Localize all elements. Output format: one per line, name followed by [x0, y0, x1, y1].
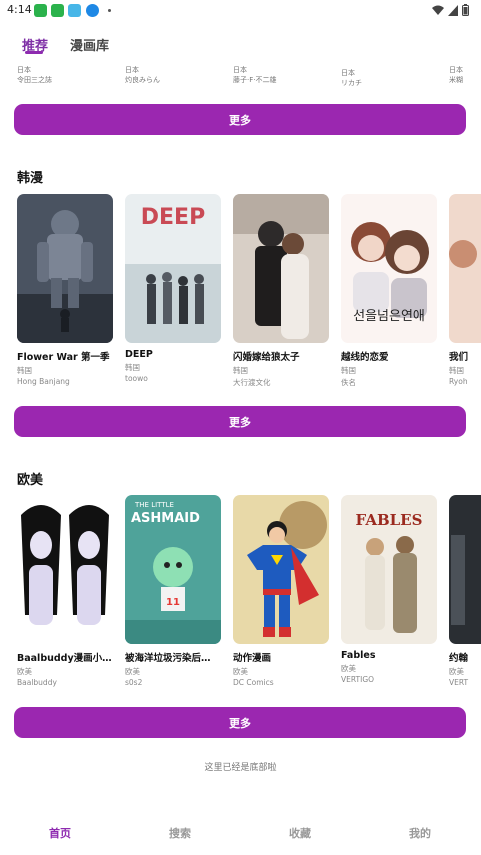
nav-favorites[interactable]: 收藏 [240, 825, 360, 841]
item-region: 日本 [449, 66, 463, 74]
item-author: リカチ [341, 79, 362, 87]
western-comics-strip: Baalbuddy漫画小… 欧美 Baalbuddy THE LITTLE AS… [0, 495, 481, 695]
comic-card[interactable]: Flower War 第一季 韩国 Hong Banjang [17, 194, 113, 386]
comic-author: Hong Banjang [17, 377, 70, 386]
comic-cover [449, 194, 481, 343]
comic-cover [233, 194, 329, 343]
comic-region: 欧美 [17, 667, 32, 676]
comic-cover [233, 495, 329, 644]
comic-cover [17, 495, 113, 644]
comic-author: Ryoh [449, 377, 468, 386]
list-item[interactable]: 日本 令田三之誌 [17, 65, 52, 85]
comic-region: 韩国 [17, 366, 32, 375]
comic-region: 韩国 [125, 363, 140, 372]
comic-author: s0s2 [125, 678, 143, 687]
comic-cover: THE LITTLE ASHMAID 11 [125, 495, 221, 644]
item-region: 日本 [17, 66, 31, 74]
app-notification-icon [68, 4, 81, 17]
comic-region: 欧美 [233, 667, 248, 676]
tab-comic-library[interactable]: 漫画库 [70, 35, 109, 54]
comic-card[interactable]: 我们 韩国 Ryoh [449, 194, 481, 386]
comic-author: 大行渡文化 [233, 378, 271, 387]
active-tab-indicator [25, 51, 43, 54]
comic-title: DEEP [125, 349, 153, 360]
list-item[interactable]: 日本 藤子·F·不二雄 [233, 65, 276, 85]
comic-card[interactable]: 闪婚嫁给狼太子 韩国 大行渡文化 [233, 194, 329, 388]
comic-region: 韩国 [233, 366, 248, 375]
comic-title: 约翰 [449, 653, 469, 664]
svg-text:11: 11 [166, 597, 180, 608]
nav-search[interactable]: 搜索 [120, 825, 240, 841]
status-time: 4:14 [7, 3, 32, 16]
comic-title: 我们 [449, 352, 469, 363]
comic-region: 欧美 [125, 667, 140, 676]
comic-cover [449, 495, 481, 644]
wifi-icon [432, 5, 444, 15]
comic-cover [17, 194, 113, 343]
comic-region: 韩国 [449, 366, 464, 375]
nav-profile[interactable]: 我的 [360, 825, 480, 841]
more-button[interactable]: 更多 [14, 406, 466, 437]
comic-region: 韩国 [341, 366, 356, 375]
download-notification-icon [86, 4, 99, 17]
comic-title: Flower War 第一季 [17, 352, 110, 363]
app-notification-icon [34, 4, 47, 17]
more-button[interactable]: 更多 [14, 104, 466, 135]
comic-title: 闪婚嫁给狼太子 [233, 352, 300, 363]
item-region: 日本 [341, 69, 355, 77]
comic-cover: FABLES [341, 495, 437, 644]
comic-region: 欧美 [341, 664, 356, 673]
list-item[interactable]: 日本 灼良みらん [125, 65, 160, 85]
list-item[interactable]: 日本 リカチ [341, 68, 362, 88]
comic-card[interactable]: DEEP DEEP 韩国 toowo [125, 194, 221, 383]
comic-title: 动作漫画 [233, 653, 272, 664]
comic-author: DC Comics [233, 678, 274, 687]
comic-author: 佚名 [341, 378, 356, 387]
comic-title: 被海洋垃圾污染后… [125, 653, 211, 664]
comic-author: VERT [449, 678, 469, 687]
more-button[interactable]: 更多 [14, 707, 466, 738]
status-icons [432, 4, 469, 16]
comic-title: 越线的恋爱 [341, 352, 389, 363]
item-author: 藤子·F·不二雄 [233, 76, 277, 84]
status-bar: 4:14 [0, 0, 481, 22]
comic-card[interactable]: 约翰 欧美 VERT [449, 495, 481, 687]
item-author: 米糊 [449, 76, 463, 84]
item-region: 日本 [233, 66, 247, 74]
bottom-navigation: 首页 搜索 收藏 我的 [0, 815, 481, 855]
comic-author: VERTIGO [341, 675, 375, 684]
comic-card[interactable]: 선을넘은연애 越线的恋爱 韩国 佚名 [341, 194, 437, 388]
comic-card[interactable]: THE LITTLE ASHMAID 11 被海洋垃圾污染后… 欧美 s0s2 [125, 495, 221, 687]
cover-subtitle-text: THE LITTLE [134, 501, 174, 509]
section-title-korean: 韩漫 [17, 171, 44, 186]
end-of-list-note: 这里已经是底部啦 [204, 763, 277, 773]
more-notifications-dot-icon [108, 9, 111, 12]
cover-title-text: DEEP [141, 205, 205, 230]
comic-region: 欧美 [449, 667, 464, 676]
item-region: 日本 [125, 66, 139, 74]
app-notification-icon [51, 4, 64, 17]
battery-icon [462, 4, 469, 16]
top-tabs: 推荐 漫画库 [0, 30, 481, 60]
comic-author: toowo [125, 374, 148, 383]
comic-title: Fables [341, 650, 376, 661]
item-author: 灼良みらん [125, 76, 160, 84]
comic-card[interactable]: 动作漫画 欧美 DC Comics [233, 495, 329, 687]
comic-card[interactable]: FABLES Fables 欧美 VERTIGO [341, 495, 437, 684]
cover-title-text: 선을넘은연애 [353, 309, 425, 324]
signal-icon [448, 4, 458, 16]
korean-comics-strip: Flower War 第一季 韩国 Hong Banjang DEEP DEEP… [0, 194, 481, 394]
comic-title: Baalbuddy漫画小… [17, 653, 112, 664]
list-item[interactable]: 日本 米糊 [449, 65, 463, 85]
comic-card[interactable]: Baalbuddy漫画小… 欧美 Baalbuddy [17, 495, 113, 687]
cover-title-text: ASHMAID [131, 511, 200, 526]
item-author: 令田三之誌 [17, 76, 52, 84]
comic-cover: DEEP [125, 194, 221, 343]
comic-cover: 선을넘은연애 [341, 194, 437, 343]
previous-section-row: 日本 令田三之誌 日本 灼良みらん 日本 藤子·F·不二雄 日本 リカチ 日本 … [0, 63, 481, 88]
comic-author: Baalbuddy [17, 678, 57, 687]
cover-title-text: FABLES [356, 511, 423, 529]
nav-home[interactable]: 首页 [0, 825, 120, 841]
section-title-western: 欧美 [17, 473, 44, 488]
